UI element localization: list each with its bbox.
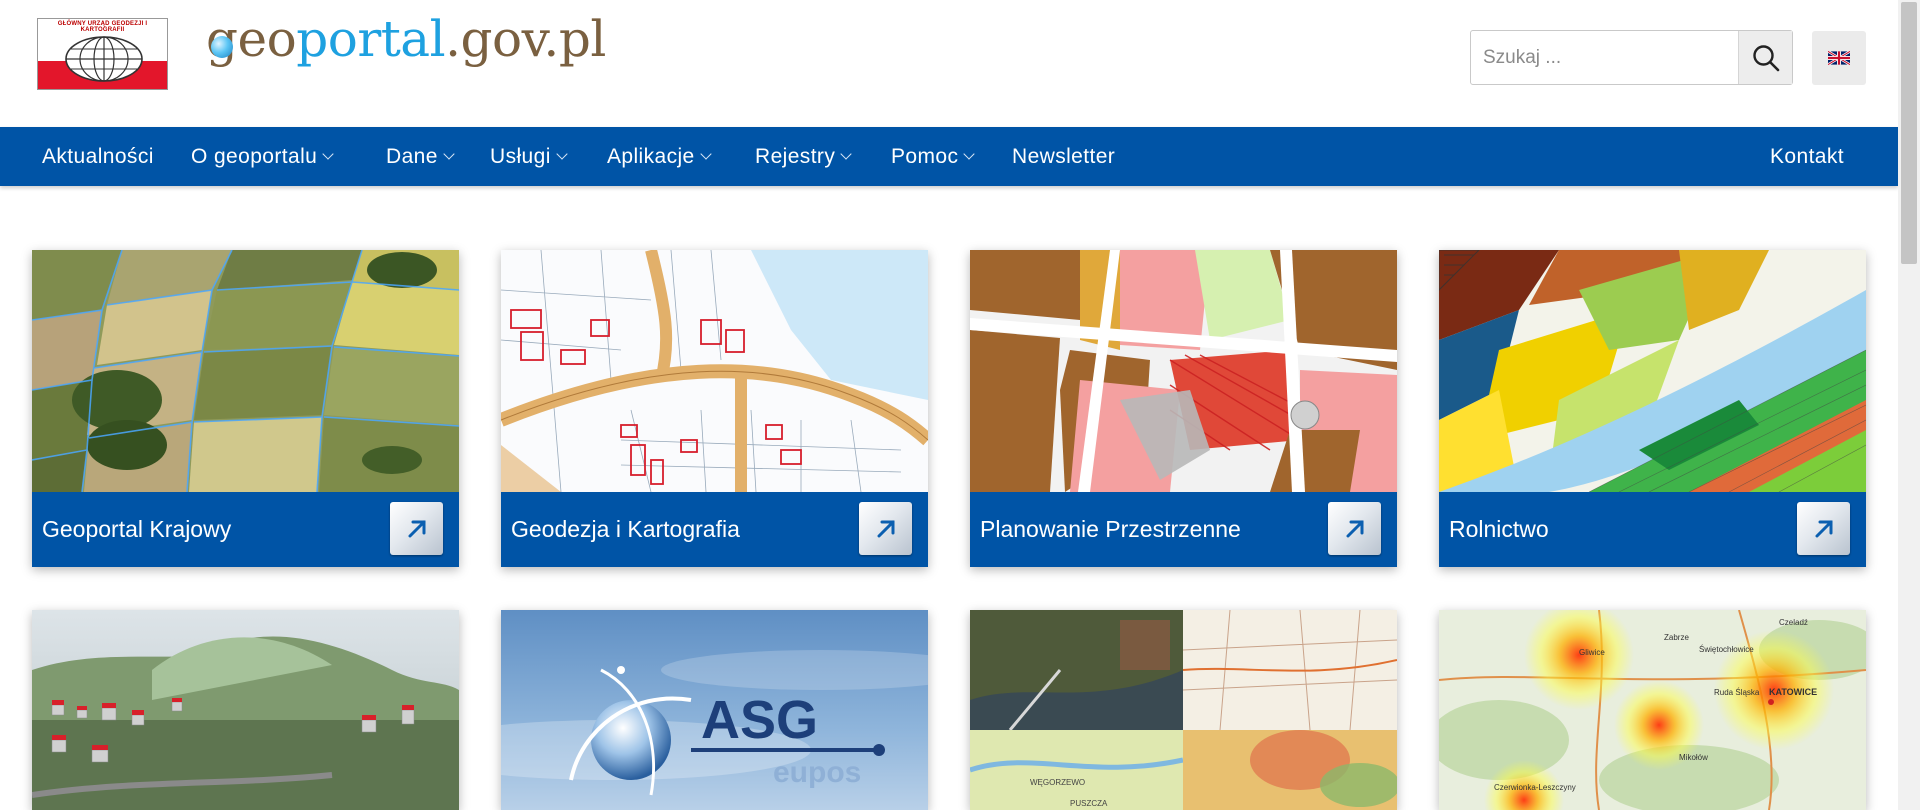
language-button[interactable] bbox=[1812, 31, 1866, 85]
search-button[interactable] bbox=[1738, 31, 1792, 84]
nav-item-label: Dane bbox=[386, 145, 438, 168]
tile-image-3d-model bbox=[32, 610, 459, 810]
nav-item-o-geoportalu[interactable]: O geoportalu bbox=[191, 127, 334, 186]
tile-bar: Planowanie Przestrzenne bbox=[970, 492, 1397, 567]
map-label-zabrze: Zabrze bbox=[1664, 633, 1689, 642]
uk-flag-icon bbox=[1828, 51, 1850, 65]
tile-image-zoning-plan bbox=[970, 250, 1397, 492]
nav-item-pomoc[interactable]: Pomoc bbox=[891, 127, 976, 186]
heatmap-image: Gliwice Zabrze Świętochłowice Czeladź KA… bbox=[1439, 610, 1866, 810]
orthophoto-image bbox=[32, 250, 459, 492]
map-label-katowice: KATOWICE bbox=[1769, 687, 1817, 697]
map-label-czeladz: Czeladź bbox=[1779, 618, 1808, 627]
map-label-ruda-slaska: Ruda Śląska bbox=[1714, 688, 1760, 697]
map-label-puszcza: PUSZCZA bbox=[1070, 799, 1108, 808]
tile-image-asg-eupos: ASG eupos bbox=[501, 610, 928, 810]
arrow-up-right-icon bbox=[1346, 520, 1363, 537]
tile-bar: Geoportal Krajowy bbox=[32, 492, 459, 567]
tile-label: Planowanie Przestrzenne bbox=[980, 516, 1241, 542]
scrollbar-thumb[interactable] bbox=[1901, 2, 1917, 264]
page-scrollbar[interactable] bbox=[1898, 0, 1920, 810]
asg-logo-main: ASG bbox=[701, 690, 818, 750]
tile-rolnictwo[interactable]: Rolnictwo bbox=[1439, 250, 1866, 567]
tile-geodezja-kartografia[interactable]: Geodezja i Kartografia bbox=[501, 250, 928, 567]
arrow-up-right-icon bbox=[877, 520, 894, 537]
tile-planowanie-przestrzenne[interactable]: Planowanie Przestrzenne bbox=[970, 250, 1397, 567]
tile-image-heatmap: Gliwice Zabrze Świętochłowice Czeladź KA… bbox=[1439, 610, 1866, 810]
map-label-swietochlowice: Świętochłowice bbox=[1699, 645, 1754, 654]
nav-item-label: Newsletter bbox=[1012, 145, 1116, 168]
nav-item-dane[interactable]: Dane bbox=[386, 127, 455, 186]
open-link-button[interactable] bbox=[390, 502, 443, 555]
nav-item-rejestry[interactable]: Rejestry bbox=[755, 127, 852, 186]
nav-item-aplikacje[interactable]: Aplikacje bbox=[607, 127, 712, 186]
nav-item-label: O geoportalu bbox=[191, 145, 318, 168]
nav-item-label: Rejestry bbox=[755, 145, 836, 168]
chevron-down-icon bbox=[443, 148, 455, 160]
cadastral-map-image bbox=[501, 250, 928, 492]
search-icon bbox=[1752, 44, 1779, 71]
gugik-globe-icon bbox=[65, 36, 143, 82]
nav-item-kontakt[interactable]: Kontakt bbox=[1770, 127, 1844, 186]
globe-icon bbox=[211, 36, 233, 58]
open-link-button[interactable] bbox=[1797, 502, 1850, 555]
nav-item-label: Aplikacje bbox=[607, 145, 695, 168]
nav-item-label: Usługi bbox=[490, 145, 551, 168]
asg-logo-sub: eupos bbox=[773, 756, 861, 789]
arrow-up-right-icon bbox=[408, 520, 425, 537]
chevron-down-icon bbox=[556, 148, 568, 160]
tile-3d-model[interactable] bbox=[32, 610, 459, 810]
gugik-logo[interactable]: GŁÓWNY URZĄD GEODEZJI I KARTOGRAFII bbox=[37, 18, 168, 90]
map-label-gliwice: Gliwice bbox=[1579, 648, 1605, 657]
site-title[interactable]: geoportal.gov.pl bbox=[206, 14, 606, 64]
chevron-down-icon bbox=[840, 148, 852, 160]
nav-item-aktualnosci[interactable]: Aktualności bbox=[42, 127, 154, 186]
chevron-down-icon bbox=[322, 148, 334, 160]
tile-bar: Geodezja i Kartografia bbox=[501, 492, 928, 567]
tile-image-cadastral-map bbox=[501, 250, 928, 492]
main-nav: Aktualności O geoportalu Dane Usługi Apl… bbox=[0, 127, 1898, 186]
nav-item-newsletter[interactable]: Newsletter bbox=[1012, 127, 1115, 186]
site-title-domain: .gov.pl bbox=[445, 10, 606, 68]
nav-item-uslugi[interactable]: Usługi bbox=[490, 127, 568, 186]
3d-model-image bbox=[32, 610, 459, 810]
map-label-czerwionka-leszczyny: Czerwionka-Leszczyny bbox=[1494, 783, 1576, 792]
site-header: GŁÓWNY URZĄD GEODEZJI I KARTOGRAFII geop… bbox=[0, 0, 1898, 127]
search-input[interactable] bbox=[1471, 31, 1739, 84]
map-label-wegorzewo: WĘGORZEWO bbox=[1030, 778, 1085, 787]
tile-label: Geoportal Krajowy bbox=[42, 516, 232, 542]
map-collage-image: WĘGORZEWO PUSZCZA bbox=[970, 610, 1397, 810]
nav-item-label: Aktualności bbox=[42, 145, 154, 168]
tile-image-agriculture-map bbox=[1439, 250, 1866, 492]
tile-image-map-collage: WĘGORZEWO PUSZCZA bbox=[970, 610, 1397, 810]
zoning-plan-image bbox=[970, 250, 1397, 492]
tile-heatmap[interactable]: Gliwice Zabrze Świętochłowice Czeladź KA… bbox=[1439, 610, 1866, 810]
open-link-button[interactable] bbox=[859, 502, 912, 555]
arrow-up-right-icon bbox=[1815, 520, 1832, 537]
tile-bar: Rolnictwo bbox=[1439, 492, 1866, 567]
agriculture-map-image bbox=[1439, 250, 1866, 492]
chevron-down-icon bbox=[963, 148, 976, 160]
asg-eupos-logo: ASG eupos bbox=[501, 610, 928, 810]
tile-image-orthophoto bbox=[32, 250, 459, 492]
tile-map-collage[interactable]: WĘGORZEWO PUSZCZA bbox=[970, 610, 1397, 810]
chevron-down-icon bbox=[699, 148, 712, 160]
map-label-mikolow: Mikołów bbox=[1679, 753, 1708, 762]
open-link-button[interactable] bbox=[1328, 502, 1381, 555]
tile-asg-eupos[interactable]: ASG eupos bbox=[501, 610, 928, 810]
tile-label: Rolnictwo bbox=[1449, 516, 1549, 542]
search-box bbox=[1470, 30, 1793, 85]
tile-geoportal-krajowy[interactable]: Geoportal Krajowy bbox=[32, 250, 459, 567]
tile-label: Geodezja i Kartografia bbox=[511, 516, 740, 542]
site-title-portal: portal bbox=[296, 10, 446, 68]
nav-item-label: Kontakt bbox=[1770, 145, 1845, 168]
nav-item-label: Pomoc bbox=[891, 145, 959, 168]
